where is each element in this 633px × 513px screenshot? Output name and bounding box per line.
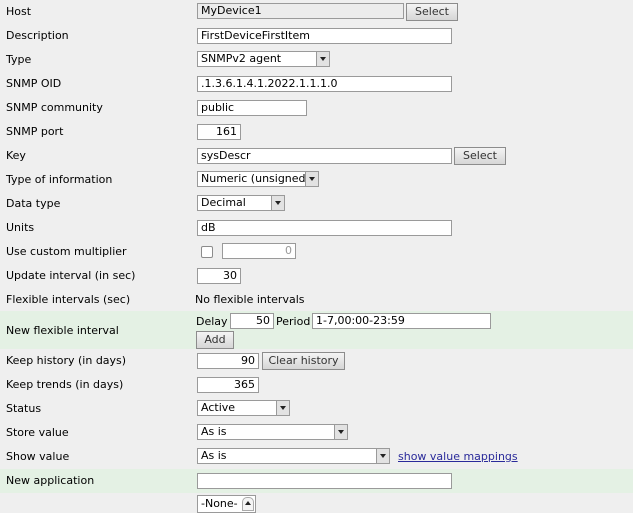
show-value-mappings-link[interactable]: show value mappings <box>398 450 518 463</box>
row-type: Type SNMPv2 agent <box>0 48 633 72</box>
description-field[interactable]: FirstDeviceFirstItem <box>197 28 452 44</box>
units-label: Units <box>6 221 35 234</box>
applications-list[interactable]: -None- <box>197 495 256 513</box>
status-label: Status <box>6 402 42 415</box>
data-type-select[interactable]: Decimal <box>197 195 285 211</box>
type-of-information-value: Numeric (unsigned) <box>201 172 310 185</box>
delay-label: Delay <box>196 315 228 328</box>
row-type-of-information: Type of information Numeric (unsigned) <box>0 168 633 192</box>
description-label: Description <box>6 29 69 42</box>
add-flexible-interval-button[interactable]: Add <box>196 331 234 349</box>
row-new-flexible-interval: New flexible interval Delay 50 Period 1-… <box>0 311 633 349</box>
new-application-field[interactable] <box>197 473 452 489</box>
key-field[interactable]: sysDescr <box>197 148 452 164</box>
row-key: Key sysDescr Select <box>0 144 633 168</box>
custom-multiplier-label: Use custom multiplier <box>6 245 127 258</box>
store-value-select[interactable]: As is <box>197 424 348 440</box>
chevron-down-icon <box>271 196 284 210</box>
delay-field[interactable]: 50 <box>230 313 274 329</box>
custom-multiplier-field: 0 <box>222 243 296 259</box>
chevron-down-icon <box>276 401 289 415</box>
row-status: Status Active <box>0 397 633 421</box>
snmp-port-field[interactable]: 161 <box>197 124 241 140</box>
clear-history-button[interactable]: Clear history <box>262 352 345 370</box>
period-field[interactable]: 1-7,00:00-23:59 <box>312 313 491 329</box>
row-snmp-oid: SNMP OID .1.3.6.1.4.1.2022.1.1.1.0 <box>0 72 633 96</box>
row-snmp-community: SNMP community public <box>0 96 633 120</box>
new-application-label: New application <box>6 474 95 487</box>
snmp-oid-label: SNMP OID <box>6 77 62 90</box>
row-keep-trends: Keep trends (in days) 365 <box>0 373 633 397</box>
store-value-value: As is <box>201 425 227 438</box>
chevron-down-icon <box>334 425 347 439</box>
new-flexible-interval-label: New flexible interval <box>6 324 119 337</box>
status-select[interactable]: Active <box>197 400 290 416</box>
update-interval-label: Update interval (in sec) <box>6 269 136 282</box>
host-select-button[interactable]: Select <box>406 3 458 21</box>
host-field[interactable]: MyDevice1 <box>197 3 404 19</box>
chevron-down-icon <box>316 52 329 66</box>
update-interval-field[interactable]: 30 <box>197 268 241 284</box>
store-value-label: Store value <box>6 426 69 439</box>
row-units: Units dB <box>0 216 633 240</box>
type-of-information-select[interactable]: Numeric (unsigned) <box>197 171 319 187</box>
row-custom-multiplier: Use custom multiplier 0 <box>0 240 633 264</box>
row-store-value: Store value As is <box>0 421 633 445</box>
snmp-community-field[interactable]: public <box>197 100 307 116</box>
row-new-application: New application <box>0 469 633 493</box>
row-update-interval: Update interval (in sec) 30 <box>0 264 633 288</box>
snmp-community-label: SNMP community <box>6 101 103 114</box>
applications-option-none[interactable]: -None- <box>201 497 238 510</box>
row-show-value: Show value As is show value mappings <box>0 445 633 469</box>
row-snmp-port: SNMP port 161 <box>0 120 633 144</box>
key-select-button[interactable]: Select <box>454 147 506 165</box>
data-type-label: Data type <box>6 197 61 210</box>
status-value: Active <box>201 401 236 414</box>
snmp-oid-field[interactable]: .1.3.6.1.4.1.2022.1.1.1.0 <box>197 76 452 92</box>
row-keep-history: Keep history (in days) 90 Clear history <box>0 349 633 373</box>
keep-history-field[interactable]: 90 <box>197 353 259 369</box>
units-field[interactable]: dB <box>197 220 452 236</box>
show-value-value: As is <box>201 449 227 462</box>
row-host: Host MyDevice1 Select <box>0 0 633 24</box>
snmp-port-label: SNMP port <box>6 125 64 138</box>
type-of-information-label: Type of information <box>6 173 113 186</box>
chevron-down-icon <box>305 172 318 186</box>
row-data-type: Data type Decimal <box>0 192 633 216</box>
type-select-value: SNMPv2 agent <box>201 52 282 65</box>
flexible-intervals-label: Flexible intervals (sec) <box>6 293 131 306</box>
chevron-down-icon <box>376 449 389 463</box>
data-type-value: Decimal <box>201 196 246 209</box>
host-label: Host <box>6 5 32 18</box>
scroll-up-icon[interactable] <box>242 497 254 511</box>
type-select[interactable]: SNMPv2 agent <box>197 51 330 67</box>
flexible-intervals-value: No flexible intervals <box>195 293 305 306</box>
period-label: Period <box>276 315 311 328</box>
show-value-label: Show value <box>6 450 70 463</box>
key-label: Key <box>6 149 26 162</box>
row-description: Description FirstDeviceFirstItem <box>0 24 633 48</box>
keep-trends-field[interactable]: 365 <box>197 377 259 393</box>
show-value-select[interactable]: As is <box>197 448 390 464</box>
row-flexible-intervals: Flexible intervals (sec) No flexible int… <box>0 288 633 312</box>
keep-trends-label: Keep trends (in days) <box>6 378 124 391</box>
type-label: Type <box>6 53 32 66</box>
keep-history-label: Keep history (in days) <box>6 354 127 367</box>
custom-multiplier-checkbox[interactable] <box>201 246 213 258</box>
